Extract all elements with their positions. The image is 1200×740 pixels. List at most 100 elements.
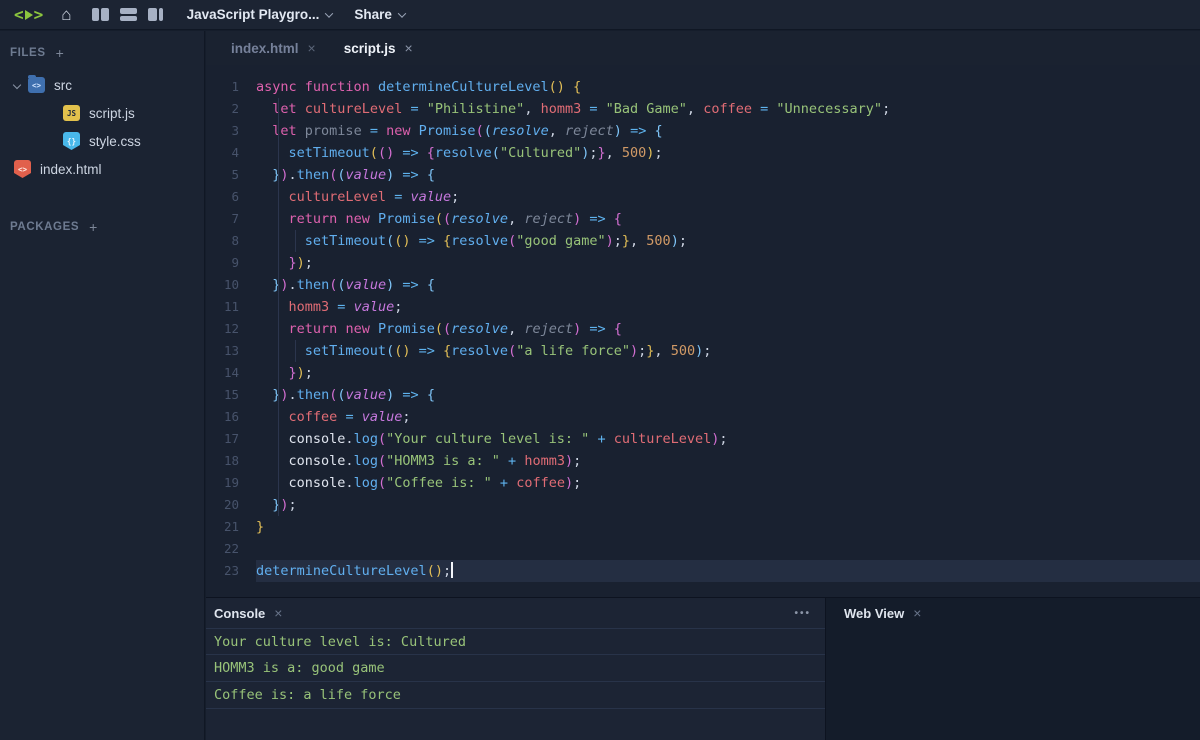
packages-section-label: PACKAGES bbox=[10, 221, 79, 233]
code-text: }).then((value) => { bbox=[256, 164, 1200, 186]
share-button[interactable]: Share bbox=[354, 7, 405, 22]
editor-workspace: index.html×script.js× 1async function de… bbox=[206, 31, 1200, 597]
chevron-down-icon[interactable] bbox=[13, 81, 21, 89]
code-text: determineCultureLevel(); bbox=[256, 560, 1200, 582]
code-line[interactable]: 3 let promise = new Promise((resolve, re… bbox=[206, 120, 1200, 142]
code-text: return new Promise((resolve, reject) => … bbox=[256, 318, 1200, 340]
code-text: console.log("HOMM3 is a: " + homm3); bbox=[256, 450, 1200, 472]
line-number: 18 bbox=[206, 450, 256, 472]
line-number: 22 bbox=[206, 538, 256, 560]
line-number: 7 bbox=[206, 208, 256, 230]
line-number: 13 bbox=[206, 340, 256, 362]
file-tree: <>srcJSscript.js {} style.css <> index.html bbox=[0, 71, 204, 183]
tab-label: index.html bbox=[231, 41, 299, 56]
file-label: style.css bbox=[89, 134, 141, 149]
line-number: 6 bbox=[206, 186, 256, 208]
code-text: console.log("Your culture level is: " + … bbox=[256, 428, 1200, 450]
line-number: 4 bbox=[206, 142, 256, 164]
tab-script.js[interactable]: script.js× bbox=[330, 31, 427, 65]
indent-guide bbox=[278, 98, 279, 516]
add-package-button[interactable]: + bbox=[89, 219, 98, 235]
code-text: setTimeout(() => {resolve("Cultured");},… bbox=[256, 142, 1200, 164]
folder-file-icon: <> bbox=[28, 77, 45, 93]
layout-switcher bbox=[92, 8, 165, 21]
line-number: 21 bbox=[206, 516, 256, 538]
code-line[interactable]: 18 console.log("HOMM3 is a: " + homm3); bbox=[206, 450, 1200, 472]
code-line[interactable]: 8 setTimeout(() => {resolve("good game")… bbox=[206, 230, 1200, 252]
file-item-index.html[interactable]: <> index.html bbox=[0, 155, 204, 183]
code-text: let cultureLevel = "Philistine", homm3 =… bbox=[256, 98, 1200, 120]
html-file-icon: <> bbox=[14, 160, 31, 178]
code-line[interactable]: 17 console.log("Your culture level is: "… bbox=[206, 428, 1200, 450]
line-number: 1 bbox=[206, 76, 256, 98]
indent-guide bbox=[295, 230, 296, 252]
add-file-button[interactable]: + bbox=[56, 45, 65, 61]
code-line[interactable]: 4 setTimeout(() => {resolve("Cultured");… bbox=[206, 142, 1200, 164]
layout-columns-icon[interactable] bbox=[92, 8, 109, 21]
code-line[interactable]: 19 console.log("Coffee is: " + coffee); bbox=[206, 472, 1200, 494]
file-item-script.js[interactable]: JSscript.js bbox=[0, 99, 204, 127]
close-icon[interactable]: × bbox=[308, 40, 316, 56]
top-bar: < > ⌂ JavaScript Playgro... Share bbox=[0, 0, 1200, 30]
close-icon[interactable]: × bbox=[404, 40, 412, 56]
bottom-panels: Console × ••• Your culture level is: Cul… bbox=[206, 597, 1200, 740]
chevron-down-icon bbox=[398, 9, 406, 17]
code-line[interactable]: 2 let cultureLevel = "Philistine", homm3… bbox=[206, 98, 1200, 120]
code-line[interactable]: 9 }); bbox=[206, 252, 1200, 274]
css-file-icon: {} bbox=[63, 132, 80, 150]
code-line[interactable]: 16 coffee = value; bbox=[206, 406, 1200, 428]
tab-index.html[interactable]: index.html × bbox=[217, 31, 330, 65]
code-text: }); bbox=[256, 362, 1200, 384]
home-icon[interactable]: ⌂ bbox=[61, 6, 71, 23]
line-number: 10 bbox=[206, 274, 256, 296]
sidebar: FILES + <>srcJSscript.js {} style.css <> ind… bbox=[0, 31, 205, 740]
file-item-src[interactable]: <>src bbox=[0, 71, 204, 99]
layout-sidebar-icon[interactable] bbox=[148, 8, 165, 21]
code-text: async function determineCultureLevel() { bbox=[256, 76, 1200, 98]
playcode-logo-icon[interactable]: < > bbox=[14, 5, 43, 24]
code-text: return new Promise((resolve, reject) => … bbox=[256, 208, 1200, 230]
code-line[interactable]: 7 return new Promise((resolve, reject) =… bbox=[206, 208, 1200, 230]
code-line[interactable]: 23determineCultureLevel(); bbox=[206, 560, 1200, 582]
console-menu-icon[interactable]: ••• bbox=[794, 608, 811, 619]
code-line[interactable]: 10 }).then((value) => { bbox=[206, 274, 1200, 296]
files-section-label: FILES bbox=[10, 47, 46, 59]
code-line[interactable]: 12 return new Promise((resolve, reject) … bbox=[206, 318, 1200, 340]
code-line[interactable]: 11 homm3 = value; bbox=[206, 296, 1200, 318]
share-label: Share bbox=[354, 7, 392, 22]
code-line[interactable]: 6 cultureLevel = value; bbox=[206, 186, 1200, 208]
line-number: 3 bbox=[206, 120, 256, 142]
code-line[interactable]: 20 }); bbox=[206, 494, 1200, 516]
chevron-down-icon bbox=[325, 9, 333, 17]
code-line[interactable]: 15 }).then((value) => { bbox=[206, 384, 1200, 406]
webview-close-icon[interactable]: × bbox=[913, 605, 921, 621]
line-number: 17 bbox=[206, 428, 256, 450]
console-output: Your culture level is: CulturedHOMM3 is … bbox=[206, 628, 825, 709]
code-line[interactable]: 22 bbox=[206, 538, 1200, 560]
line-number: 8 bbox=[206, 230, 256, 252]
console-log-entry: HOMM3 is a: good game bbox=[206, 655, 825, 682]
line-number: 12 bbox=[206, 318, 256, 340]
code-line[interactable]: 14 }); bbox=[206, 362, 1200, 384]
code-line[interactable]: 21} bbox=[206, 516, 1200, 538]
webview-panel: Web View × bbox=[826, 597, 1200, 740]
code-text: let promise = new Promise((resolve, reje… bbox=[256, 120, 1200, 142]
code-text: homm3 = value; bbox=[256, 296, 1200, 318]
layout-rows-icon[interactable] bbox=[120, 8, 137, 21]
console-close-icon[interactable]: × bbox=[274, 605, 282, 621]
line-number: 20 bbox=[206, 494, 256, 516]
project-title-dropdown[interactable]: JavaScript Playgro... bbox=[187, 7, 333, 22]
file-item-style.css[interactable]: {} style.css bbox=[0, 127, 204, 155]
line-number: 23 bbox=[206, 560, 256, 582]
code-line[interactable]: 5 }).then((value) => { bbox=[206, 164, 1200, 186]
line-number: 2 bbox=[206, 98, 256, 120]
code-line[interactable]: 13 setTimeout(() => {resolve("a life for… bbox=[206, 340, 1200, 362]
code-text: console.log("Coffee is: " + coffee); bbox=[256, 472, 1200, 494]
file-label: index.html bbox=[40, 162, 102, 177]
code-text: coffee = value; bbox=[256, 406, 1200, 428]
code-text: }); bbox=[256, 252, 1200, 274]
code-line[interactable]: 1async function determineCultureLevel() … bbox=[206, 76, 1200, 98]
code-editor[interactable]: 1async function determineCultureLevel() … bbox=[206, 65, 1200, 597]
line-number: 11 bbox=[206, 296, 256, 318]
tab-bar: index.html×script.js× bbox=[206, 31, 1200, 65]
